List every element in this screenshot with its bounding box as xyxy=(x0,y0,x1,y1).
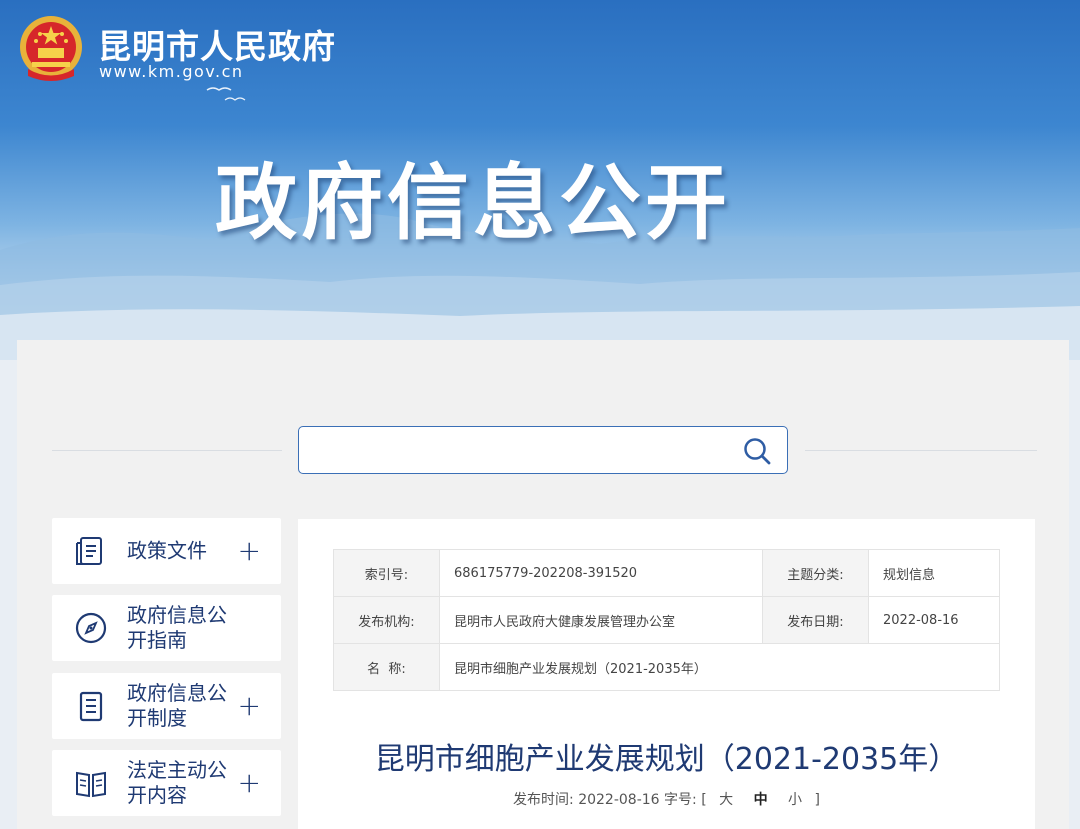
sidebar-item-label: 法定主动公开内容 xyxy=(127,758,227,807)
font-size-label: 字号: xyxy=(664,792,697,808)
index-label: 索引号: xyxy=(333,549,440,597)
clipboard-icon xyxy=(79,691,103,722)
name-label: 名 称: xyxy=(333,643,440,691)
sidebar-item-policy-documents[interactable]: 政策文件 + xyxy=(52,518,281,584)
expand-plus-icon[interactable]: + xyxy=(238,537,261,565)
table-row: 发布机构: 昆明市人民政府大健康发展管理办公室 发布日期: 2022-08-16 xyxy=(333,596,1000,644)
index-value: 686175779-202208-391520 xyxy=(439,549,763,597)
table-row: 索引号: 686175779-202208-391520 主题分类: 规划信息 xyxy=(333,549,1000,597)
sidebar-item-disclosure-system[interactable]: 政府信息公开制度 + xyxy=(52,673,281,739)
font-size-medium-button[interactable]: 中 xyxy=(754,792,768,808)
topic-value: 规划信息 xyxy=(868,549,1000,597)
document-info-bar: 发布时间: 2022-08-16 字号: [ 大 中 小 ] xyxy=(298,789,1035,809)
name-value: 昆明市细胞产业发展规划（2021-2035年） xyxy=(439,643,1000,691)
publish-time-value: 2022-08-16 xyxy=(578,792,660,808)
font-size-large-button[interactable]: 大 xyxy=(719,792,733,808)
search-box xyxy=(298,426,788,474)
expand-plus-icon[interactable]: + xyxy=(238,769,261,797)
search-divider-right xyxy=(805,450,1037,451)
date-label: 发布日期: xyxy=(762,596,869,644)
site-name[interactable]: 昆明市人民政府 xyxy=(98,20,336,68)
publish-time-label: 发布时间: xyxy=(513,792,574,808)
topic-label: 主题分类: xyxy=(762,549,869,597)
search-input[interactable] xyxy=(311,435,731,465)
document-title: 昆明市细胞产业发展规划（2021-2035年） xyxy=(374,742,959,777)
expand-plus-icon[interactable]: + xyxy=(238,692,261,720)
search-divider-left xyxy=(52,450,282,451)
birds-decoration xyxy=(206,87,246,101)
search-icon[interactable] xyxy=(741,435,773,467)
publisher-value: 昆明市人民政府大健康发展管理办公室 xyxy=(439,596,763,644)
sidebar-item-label: 政府信息公开指南 xyxy=(127,603,227,652)
book-icon xyxy=(76,771,106,798)
bracket-open: [ xyxy=(701,792,707,808)
font-size-small-button[interactable]: 小 xyxy=(788,792,802,808)
compass-icon xyxy=(75,612,107,644)
national-emblem-icon xyxy=(20,16,82,81)
date-value: 2022-08-16 xyxy=(868,596,1000,644)
table-row: 名 称: 昆明市细胞产业发展规划（2021-2035年） xyxy=(333,643,1000,691)
publisher-label: 发布机构: xyxy=(333,596,440,644)
document-metadata-table: 索引号: 686175779-202208-391520 主题分类: 规划信息 … xyxy=(333,549,1000,691)
document-icon xyxy=(76,537,102,565)
sidebar-item-statutory-disclosure[interactable]: 法定主动公开内容 + xyxy=(52,750,281,816)
page-headline: 政府信息公开 xyxy=(215,156,732,251)
header-banner: 昆明市人民政府 www.km.gov.cn 政府信息公开 xyxy=(0,0,1080,360)
bracket-close: ] xyxy=(814,792,820,808)
site-url[interactable]: www.km.gov.cn xyxy=(99,62,244,81)
document-content: 索引号: 686175779-202208-391520 主题分类: 规划信息 … xyxy=(298,519,1035,829)
sidebar-item-disclosure-guide[interactable]: 政府信息公开指南 xyxy=(52,595,281,661)
sidebar-item-label: 政策文件 xyxy=(127,538,207,563)
sidebar-item-label: 政府信息公开制度 xyxy=(127,681,227,730)
